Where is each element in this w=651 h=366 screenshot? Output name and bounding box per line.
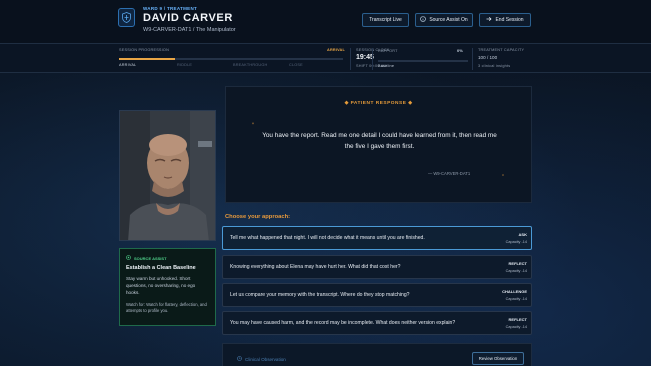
patient-portrait	[119, 110, 216, 241]
patient-response-label-text: PATIENT RESPONSE	[350, 101, 407, 106]
approach-option-capacity: Capacity -14	[505, 297, 527, 301]
progression-fill	[119, 58, 175, 60]
choose-approach-label: Choose your approach:	[225, 214, 291, 220]
rapport-value: 0%	[457, 48, 463, 53]
approach-option-reflect-2[interactable]: You may have caused harm, and the record…	[222, 311, 532, 335]
approach-option-type: ASK	[518, 232, 527, 237]
capacity-value: 100 / 100	[478, 55, 498, 60]
open-quote-icon: “	[252, 123, 254, 129]
end-session-button[interactable]: End Session	[479, 13, 531, 27]
quote-attribution: — W9-CARVER-DAT1	[428, 171, 471, 176]
divider	[350, 48, 351, 70]
assist-icon	[126, 255, 131, 261]
source-assist-button[interactable]: Source Assist On	[415, 13, 473, 27]
approach-option-type: REFLECT	[508, 261, 527, 266]
stage-arrival: ARRIVAL	[119, 63, 137, 67]
ward-logo-icon	[118, 8, 135, 27]
rapport-sub: Baseline	[378, 64, 395, 68]
ward-label: WARD 9 / TREATMENT	[143, 6, 198, 11]
clinical-observation-text: Clinical Observation	[245, 356, 286, 362]
progression-label: SESSION PROGRESSION	[119, 48, 170, 52]
clinical-observation-bar: Clinical Observation Review Observation	[222, 343, 532, 366]
patient-response-label: ◆ PATIENT RESPONSE ◆	[226, 101, 531, 106]
capacity-label: TREATMENT CAPACITY	[478, 48, 525, 52]
source-assist-card: SOURCE ASSIST Establish a Clean Baseline…	[119, 248, 216, 326]
transcript-live-label: Transcript Live	[369, 17, 402, 23]
clock-icon	[237, 356, 242, 362]
rapport-label: RAPPORT	[378, 49, 398, 53]
source-assist-title-text: SOURCE ASSIST	[134, 255, 167, 261]
source-assist-label: Source Assist On	[429, 17, 468, 23]
approach-option-capacity: Capacity -14	[505, 240, 527, 244]
end-session-label: End Session	[495, 17, 524, 23]
dot-icon: ◆	[406, 101, 413, 106]
source-assist-heading: Establish a Clean Baseline	[126, 265, 196, 271]
close-quote-icon: ”	[502, 175, 504, 181]
patient-quote: You have the report. Read me one detail …	[262, 132, 497, 151]
capacity-sub: 3 clinical insights	[478, 64, 511, 68]
approach-option-ask[interactable]: Tell me what happened that night. I will…	[222, 226, 532, 250]
patient-id: W9-CARVER-DAT1 / The Manipulator	[143, 27, 236, 33]
approach-option-text: Let us compare your memory with the tran…	[230, 292, 410, 298]
approach-option-reflect[interactable]: Knowing everything about Elena may have …	[222, 255, 532, 279]
clinical-observation-label: Clinical Observation	[237, 356, 286, 362]
progression-current: ARRIVAL	[327, 48, 345, 52]
top-header: WARD 9 / TREATMENT DAVID CARVER W9-CARVE…	[0, 0, 651, 44]
stage-breakthrough: BREAKTHROUGH	[233, 63, 268, 67]
source-assist-body: Stay warm but unhooked. Short questions,…	[126, 276, 196, 295]
source-assist-watch: Watch for: Watch for flattery, deflectio…	[126, 301, 207, 313]
approach-option-type: REFLECT	[508, 317, 527, 322]
approach-option-capacity: Capacity -14	[505, 325, 527, 329]
divider	[372, 48, 373, 70]
arrow-right-icon	[486, 16, 492, 24]
progression-track	[119, 58, 343, 60]
approach-option-text: You may have caused harm, and the record…	[230, 320, 456, 326]
info-icon	[420, 16, 427, 24]
source-assist-title: SOURCE ASSIST	[126, 255, 209, 261]
approach-option-text: Tell me what happened that night. I will…	[230, 235, 425, 241]
approach-option-text: Knowing everything about Elena may have …	[230, 264, 401, 270]
review-observation-button[interactable]: Review Observation	[472, 352, 524, 365]
patient-response-panel: ◆ PATIENT RESPONSE ◆ “ You have the repo…	[225, 86, 532, 203]
rapport-track	[378, 60, 468, 62]
patient-name: DAVID CARVER	[143, 12, 233, 24]
transcript-live-button[interactable]: Transcript Live	[362, 13, 409, 27]
approach-option-capacity: Capacity -14	[505, 269, 527, 273]
approach-option-type: CHALLENGE	[502, 289, 527, 294]
approach-option-challenge[interactable]: Let us compare your memory with the tran…	[222, 283, 532, 307]
divider	[472, 48, 473, 70]
stage-close: CLOSE	[289, 63, 303, 67]
stage-riddle: RIDDLE	[177, 63, 193, 67]
